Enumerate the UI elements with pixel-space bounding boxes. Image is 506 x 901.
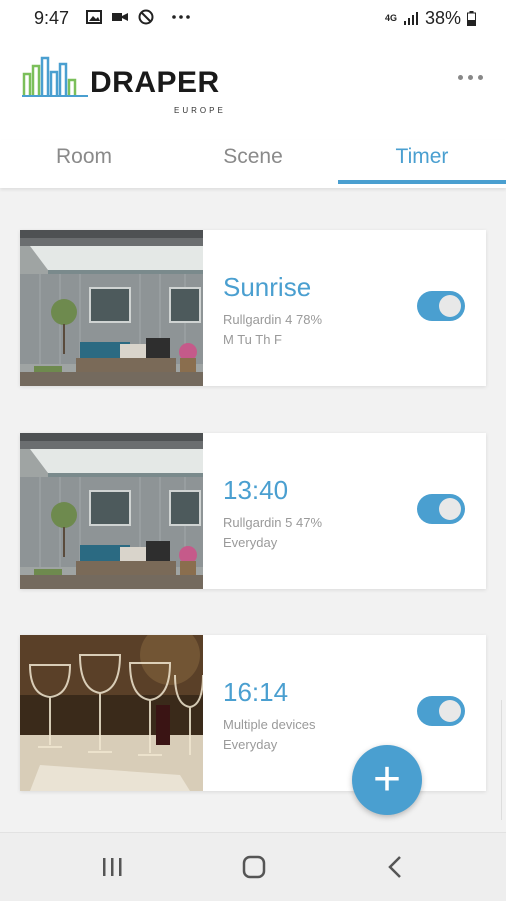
timer-title: 16:14 <box>223 677 289 707</box>
timer-days: Everyday <box>223 535 278 550</box>
tab-scene[interactable]: Scene <box>169 140 337 186</box>
image-icon <box>86 10 102 24</box>
plus-icon: + <box>372 753 402 806</box>
timer-device: Multiple devices <box>223 717 316 732</box>
timer-toggle[interactable] <box>417 696 465 726</box>
status-bar: 9:47 4G 38% <box>0 0 506 36</box>
brand-sub: EUROPE <box>174 106 226 115</box>
timer-days: Everyday <box>223 737 278 752</box>
brand-name: DRAPER <box>90 66 220 99</box>
blocked-icon <box>138 9 154 25</box>
back-icon[interactable] <box>376 851 416 883</box>
tab-room[interactable]: Room <box>0 140 168 186</box>
add-timer-button[interactable]: + <box>352 745 422 815</box>
more-notifications-icon <box>172 15 190 19</box>
timer-title: 13:40 <box>223 475 289 505</box>
timer-device: Rullgardin 4 78% <box>223 312 323 327</box>
app-header: DRAPER EUROPE <box>0 36 506 140</box>
recent-apps-icon[interactable] <box>92 851 132 883</box>
battery-percent: 38% <box>424 8 461 28</box>
timer-device: Rullgardin 5 47% <box>223 515 323 530</box>
video-icon <box>112 13 128 21</box>
timer-title: Sunrise <box>223 272 312 302</box>
awning-patio-image <box>20 433 203 589</box>
scrollbar <box>501 700 506 820</box>
timer-toggle[interactable] <box>417 291 465 321</box>
awning-patio-image <box>20 230 203 386</box>
active-tab-indicator <box>338 180 506 184</box>
status-time: 9:47 <box>34 8 70 28</box>
skyline-icon <box>22 56 88 97</box>
network-label: 4G <box>384 13 397 23</box>
battery-icon <box>467 11 476 26</box>
timer-card[interactable]: Sunrise Rullgardin 4 78% M Tu Th F <box>20 230 486 386</box>
tab-bar: Room Scene Timer <box>0 140 506 188</box>
draper-logo: DRAPER EUROPE <box>22 48 242 118</box>
wine-glasses-image <box>20 635 203 791</box>
more-horizontal-icon[interactable] <box>458 72 484 82</box>
home-icon[interactable] <box>234 851 274 883</box>
timer-days: M Tu Th F <box>223 332 282 347</box>
signal-icon <box>403 11 418 25</box>
timer-card[interactable]: 13:40 Rullgardin 5 47% Everyday <box>20 433 486 589</box>
system-nav-bar <box>0 832 506 901</box>
timer-toggle[interactable] <box>417 494 465 524</box>
